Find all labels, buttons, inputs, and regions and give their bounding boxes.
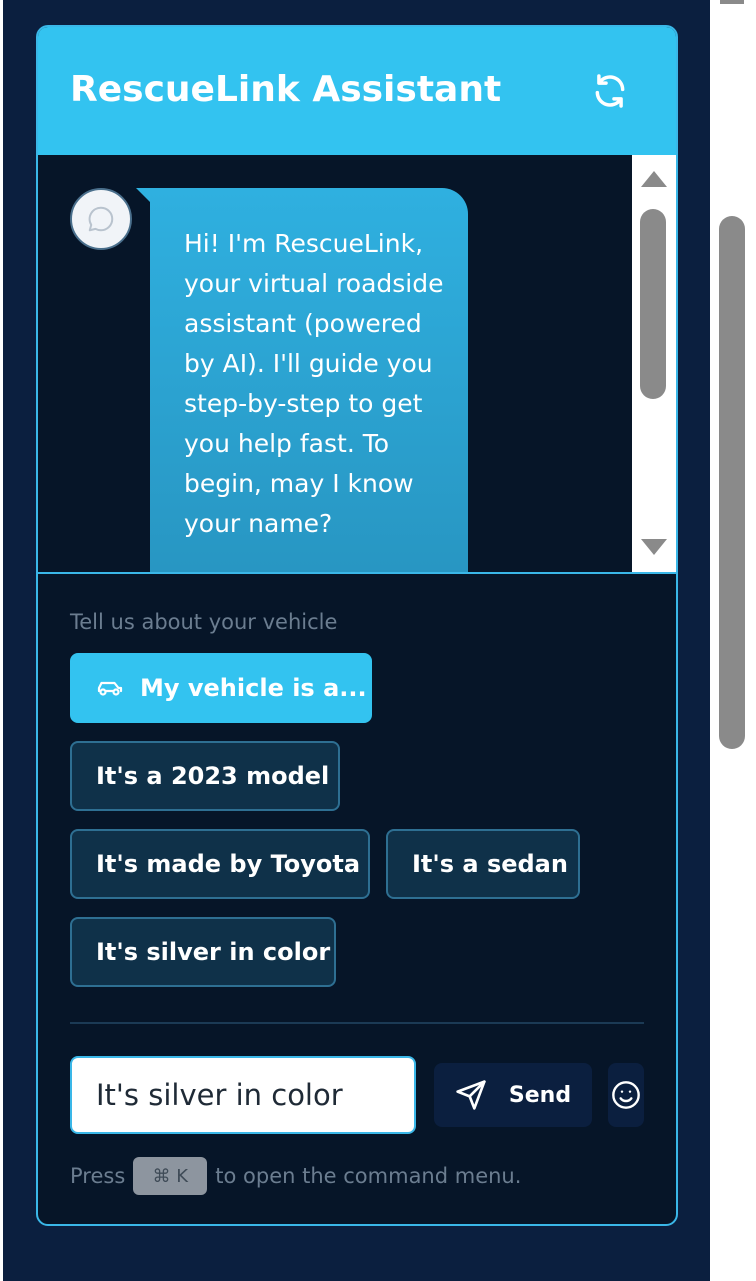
page-scrollbar-top: [720, 0, 744, 4]
smiley-icon: [612, 1081, 640, 1109]
suggestion-sedan-button[interactable]: It's a sedan: [386, 829, 580, 899]
refresh-button[interactable]: [590, 71, 630, 111]
chat-header: RescueLink Assistant: [38, 27, 676, 155]
suggestion-2023-model-label: It's a 2023 model: [96, 762, 330, 790]
send-button-label: Send: [508, 1082, 572, 1108]
page-scrollbar-thumb[interactable]: [719, 216, 745, 749]
chat-bubble-icon: [88, 206, 114, 232]
assistant-message-text: Hi! I'm RescueLink, your virtual roadsid…: [184, 229, 444, 538]
chat-scrollbar-thumb[interactable]: [640, 209, 666, 399]
scroll-down-arrow-icon[interactable]: [641, 539, 667, 555]
suggestions-label: Tell us about your vehicle: [70, 610, 338, 634]
scroll-up-arrow-icon[interactable]: [641, 171, 667, 187]
message-input[interactable]: [70, 1056, 416, 1134]
car-icon: [96, 677, 124, 699]
assistant-avatar: [70, 188, 132, 250]
suggestion-silver-button[interactable]: It's silver in color: [70, 917, 336, 987]
refresh-icon: [595, 74, 625, 108]
page-left-edge: [0, 0, 3, 1281]
composer-divider: [70, 1022, 644, 1024]
suggestion-toyota-button[interactable]: It's made by Toyota: [70, 829, 370, 899]
suggestion-my-vehicle-label: My vehicle is a...: [140, 674, 367, 702]
chat-scrollbar[interactable]: [632, 155, 676, 572]
suggestion-my-vehicle-button[interactable]: My vehicle is a...: [70, 653, 372, 723]
assistant-message: Hi! I'm RescueLink, your virtual roadsid…: [150, 188, 468, 572]
suggestion-toyota-label: It's made by Toyota: [96, 850, 361, 878]
send-icon: [455, 1079, 487, 1111]
suggestion-2023-model-button[interactable]: It's a 2023 model: [70, 741, 340, 811]
messages-divider: [38, 572, 676, 574]
page-scrollbar[interactable]: [710, 0, 756, 1281]
chat-widget: RescueLink Assistant Hi! I'm RescueLink,…: [36, 25, 678, 1226]
suggestion-silver-label: It's silver in color: [96, 938, 331, 966]
keyboard-shortcut-badge: ⌘ K: [133, 1157, 208, 1195]
command-menu-hint: Press ⌘ K to open the command menu.: [70, 1157, 521, 1195]
suggestion-sedan-label: It's a sedan: [412, 850, 568, 878]
chat-title: RescueLink Assistant: [70, 69, 502, 110]
hint-suffix: to open the command menu.: [215, 1164, 522, 1188]
chat-messages[interactable]: Hi! I'm RescueLink, your virtual roadsid…: [38, 155, 632, 572]
send-button[interactable]: Send: [434, 1063, 592, 1127]
hint-prefix: Press: [70, 1164, 126, 1188]
emoji-button[interactable]: [608, 1063, 644, 1127]
